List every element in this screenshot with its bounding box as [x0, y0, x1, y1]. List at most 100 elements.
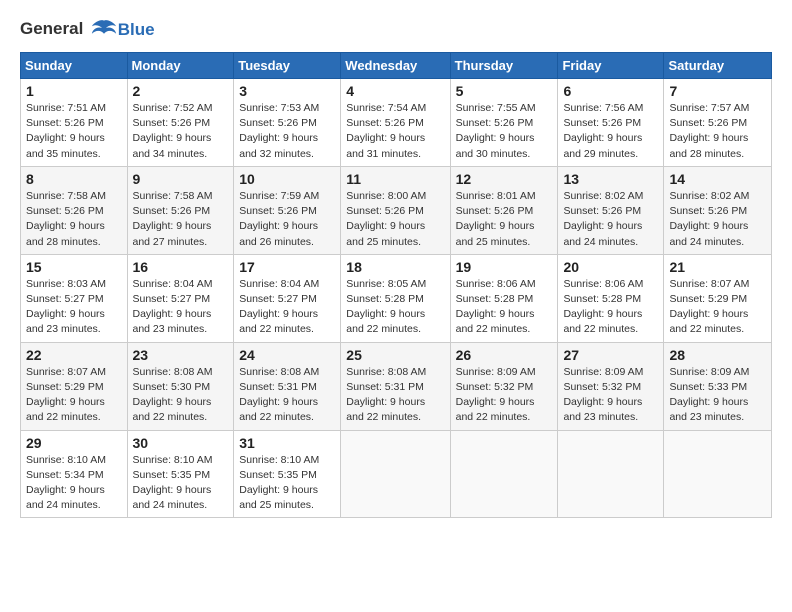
day-info: Sunrise: 8:05 AM Sunset: 5:28 PM Dayligh…: [346, 277, 444, 338]
daylight-label: Daylight: 9 hours and 24 minutes.: [563, 220, 642, 247]
day-info: Sunrise: 7:56 AM Sunset: 5:26 PM Dayligh…: [563, 101, 658, 162]
calendar-cell: 18 Sunrise: 8:05 AM Sunset: 5:28 PM Dayl…: [341, 254, 450, 342]
day-number: 11: [346, 171, 444, 187]
day-info: Sunrise: 8:08 AM Sunset: 5:30 PM Dayligh…: [133, 365, 229, 426]
day-info: Sunrise: 7:57 AM Sunset: 5:26 PM Dayligh…: [669, 101, 766, 162]
calendar-cell: 12 Sunrise: 8:01 AM Sunset: 5:26 PM Dayl…: [450, 166, 558, 254]
daylight-label: Daylight: 9 hours and 35 minutes.: [26, 132, 105, 159]
sunrise-label: Sunrise: 8:08 AM: [133, 366, 213, 378]
sunset-label: Sunset: 5:26 PM: [456, 117, 534, 129]
sunset-label: Sunset: 5:35 PM: [239, 469, 317, 481]
calendar-header-row: SundayMondayTuesdayWednesdayThursdayFrid…: [21, 53, 772, 79]
calendar-cell: [558, 430, 664, 518]
sunset-label: Sunset: 5:30 PM: [133, 381, 211, 393]
sunset-label: Sunset: 5:26 PM: [669, 205, 747, 217]
sunset-label: Sunset: 5:26 PM: [563, 205, 641, 217]
calendar-cell: 25 Sunrise: 8:08 AM Sunset: 5:31 PM Dayl…: [341, 342, 450, 430]
sunrise-label: Sunrise: 8:00 AM: [346, 190, 426, 202]
sunset-label: Sunset: 5:26 PM: [456, 205, 534, 217]
daylight-label: Daylight: 9 hours and 25 minutes.: [456, 220, 535, 247]
calendar-cell: 27 Sunrise: 8:09 AM Sunset: 5:32 PM Dayl…: [558, 342, 664, 430]
sunset-label: Sunset: 5:26 PM: [239, 117, 317, 129]
calendar-cell: 1 Sunrise: 7:51 AM Sunset: 5:26 PM Dayli…: [21, 79, 128, 167]
daylight-label: Daylight: 9 hours and 22 minutes.: [563, 308, 642, 335]
calendar-header-sunday: Sunday: [21, 53, 128, 79]
sunrise-label: Sunrise: 7:56 AM: [563, 102, 643, 114]
sunset-label: Sunset: 5:28 PM: [456, 293, 534, 305]
sunrise-label: Sunrise: 7:51 AM: [26, 102, 106, 114]
sunrise-label: Sunrise: 8:07 AM: [669, 278, 749, 290]
sunset-label: Sunset: 5:26 PM: [346, 117, 424, 129]
sunset-label: Sunset: 5:27 PM: [26, 293, 104, 305]
day-info: Sunrise: 8:08 AM Sunset: 5:31 PM Dayligh…: [239, 365, 335, 426]
calendar-week-5: 29 Sunrise: 8:10 AM Sunset: 5:34 PM Dayl…: [21, 430, 772, 518]
sunset-label: Sunset: 5:31 PM: [346, 381, 424, 393]
sunrise-label: Sunrise: 8:10 AM: [26, 454, 106, 466]
sunset-label: Sunset: 5:26 PM: [133, 205, 211, 217]
day-number: 25: [346, 347, 444, 363]
sunset-label: Sunset: 5:29 PM: [669, 293, 747, 305]
sunrise-label: Sunrise: 8:04 AM: [133, 278, 213, 290]
calendar-cell: [664, 430, 772, 518]
calendar-cell: 31 Sunrise: 8:10 AM Sunset: 5:35 PM Dayl…: [234, 430, 341, 518]
daylight-label: Daylight: 9 hours and 25 minutes.: [239, 484, 318, 511]
day-number: 7: [669, 83, 766, 99]
calendar-cell: 14 Sunrise: 8:02 AM Sunset: 5:26 PM Dayl…: [664, 166, 772, 254]
sunrise-label: Sunrise: 7:54 AM: [346, 102, 426, 114]
day-number: 28: [669, 347, 766, 363]
daylight-label: Daylight: 9 hours and 32 minutes.: [239, 132, 318, 159]
calendar-table: SundayMondayTuesdayWednesdayThursdayFrid…: [20, 52, 772, 518]
day-info: Sunrise: 8:10 AM Sunset: 5:35 PM Dayligh…: [133, 453, 229, 514]
sunset-label: Sunset: 5:26 PM: [26, 205, 104, 217]
day-number: 27: [563, 347, 658, 363]
daylight-label: Daylight: 9 hours and 23 minutes.: [563, 396, 642, 423]
day-info: Sunrise: 8:04 AM Sunset: 5:27 PM Dayligh…: [133, 277, 229, 338]
day-number: 2: [133, 83, 229, 99]
day-number: 15: [26, 259, 122, 275]
sunset-label: Sunset: 5:26 PM: [346, 205, 424, 217]
sunset-label: Sunset: 5:26 PM: [239, 205, 317, 217]
calendar-header-friday: Friday: [558, 53, 664, 79]
sunset-label: Sunset: 5:29 PM: [26, 381, 104, 393]
daylight-label: Daylight: 9 hours and 30 minutes.: [456, 132, 535, 159]
sunset-label: Sunset: 5:28 PM: [346, 293, 424, 305]
day-info: Sunrise: 7:59 AM Sunset: 5:26 PM Dayligh…: [239, 189, 335, 250]
calendar-cell: 28 Sunrise: 8:09 AM Sunset: 5:33 PM Dayl…: [664, 342, 772, 430]
page-container: General Blue SundayMondayTuesdayWednesda…: [0, 0, 792, 528]
day-info: Sunrise: 7:53 AM Sunset: 5:26 PM Dayligh…: [239, 101, 335, 162]
calendar-cell: 23 Sunrise: 8:08 AM Sunset: 5:30 PM Dayl…: [127, 342, 234, 430]
sunset-label: Sunset: 5:34 PM: [26, 469, 104, 481]
calendar-cell: [341, 430, 450, 518]
daylight-label: Daylight: 9 hours and 25 minutes.: [346, 220, 425, 247]
day-info: Sunrise: 8:07 AM Sunset: 5:29 PM Dayligh…: [669, 277, 766, 338]
sunrise-label: Sunrise: 8:09 AM: [563, 366, 643, 378]
day-number: 3: [239, 83, 335, 99]
calendar-cell: 6 Sunrise: 7:56 AM Sunset: 5:26 PM Dayli…: [558, 79, 664, 167]
day-number: 17: [239, 259, 335, 275]
calendar-header-wednesday: Wednesday: [341, 53, 450, 79]
sunrise-label: Sunrise: 8:09 AM: [456, 366, 536, 378]
calendar-cell: 10 Sunrise: 7:59 AM Sunset: 5:26 PM Dayl…: [234, 166, 341, 254]
sunset-label: Sunset: 5:26 PM: [133, 117, 211, 129]
sunrise-label: Sunrise: 8:09 AM: [669, 366, 749, 378]
calendar-week-2: 8 Sunrise: 7:58 AM Sunset: 5:26 PM Dayli…: [21, 166, 772, 254]
day-info: Sunrise: 8:09 AM Sunset: 5:32 PM Dayligh…: [563, 365, 658, 426]
daylight-label: Daylight: 9 hours and 29 minutes.: [563, 132, 642, 159]
sunset-label: Sunset: 5:28 PM: [563, 293, 641, 305]
sunset-label: Sunset: 5:32 PM: [563, 381, 641, 393]
day-info: Sunrise: 8:10 AM Sunset: 5:34 PM Dayligh…: [26, 453, 122, 514]
daylight-label: Daylight: 9 hours and 28 minutes.: [669, 132, 748, 159]
day-info: Sunrise: 7:52 AM Sunset: 5:26 PM Dayligh…: [133, 101, 229, 162]
day-info: Sunrise: 8:09 AM Sunset: 5:32 PM Dayligh…: [456, 365, 553, 426]
sunrise-label: Sunrise: 8:05 AM: [346, 278, 426, 290]
sunrise-label: Sunrise: 8:06 AM: [563, 278, 643, 290]
daylight-label: Daylight: 9 hours and 22 minutes.: [239, 308, 318, 335]
calendar-cell: 13 Sunrise: 8:02 AM Sunset: 5:26 PM Dayl…: [558, 166, 664, 254]
calendar-cell: 8 Sunrise: 7:58 AM Sunset: 5:26 PM Dayli…: [21, 166, 128, 254]
calendar-week-4: 22 Sunrise: 8:07 AM Sunset: 5:29 PM Dayl…: [21, 342, 772, 430]
calendar-week-1: 1 Sunrise: 7:51 AM Sunset: 5:26 PM Dayli…: [21, 79, 772, 167]
day-info: Sunrise: 7:58 AM Sunset: 5:26 PM Dayligh…: [26, 189, 122, 250]
sunrise-label: Sunrise: 8:08 AM: [239, 366, 319, 378]
calendar-cell: 26 Sunrise: 8:09 AM Sunset: 5:32 PM Dayl…: [450, 342, 558, 430]
logo-general: General: [20, 19, 83, 38]
